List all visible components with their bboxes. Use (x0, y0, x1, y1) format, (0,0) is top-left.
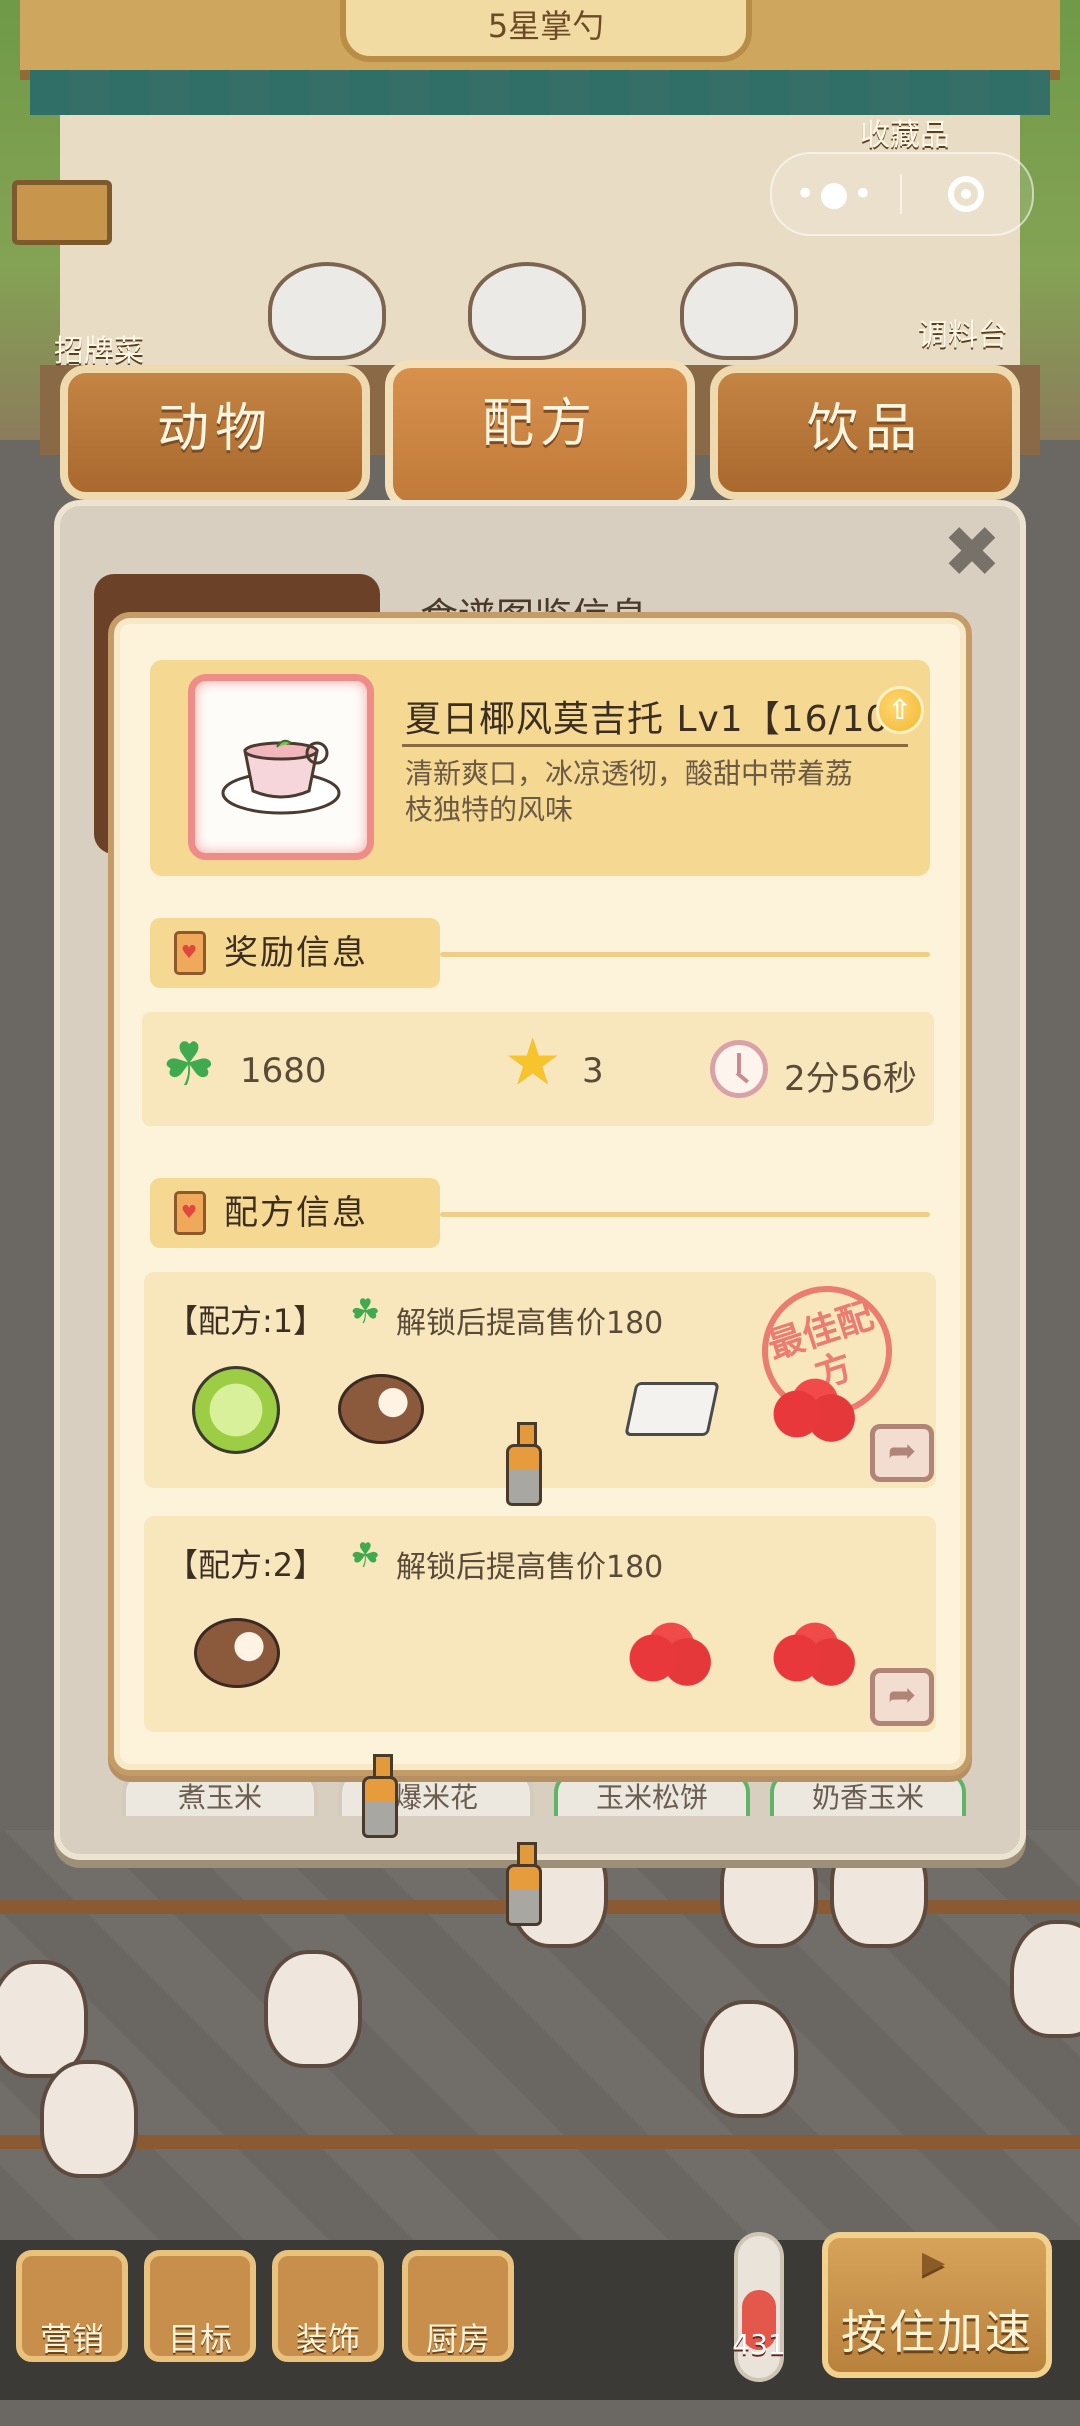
rum-bottle-icon (506, 1842, 542, 1930)
lychee-icon (770, 1370, 860, 1450)
tab-animals[interactable]: 动物 (60, 365, 370, 500)
tab-drinks[interactable]: 饮品 (710, 365, 1020, 500)
temperature-value: 431 (732, 2328, 786, 2361)
dish-description: 清新爽口，冰凉透彻，酸甜中带着荔枝独特的风味 (405, 757, 854, 826)
clover-icon: ☘ (162, 1030, 216, 1100)
recipe-unlock-note: 解锁后提高售价180 (396, 1306, 664, 1341)
dish-chip[interactable]: 煮玉米 (122, 1772, 318, 1816)
clock-icon (710, 1040, 768, 1098)
decor-button[interactable]: 装饰 (272, 2250, 384, 2362)
rating-badge: 5星掌勺 (340, 0, 752, 62)
title-underline (402, 744, 908, 747)
close-icon[interactable]: ✖ (940, 517, 1004, 587)
collection-label[interactable]: 收藏品 (860, 110, 950, 154)
recipe-section-header: 配方信息 (150, 1178, 440, 1248)
cook-time: 2分56秒 (784, 1059, 917, 1099)
tab-recipes[interactable]: 配方 (385, 360, 695, 510)
lychee-icon (770, 1614, 860, 1694)
customer-animal[interactable] (264, 1950, 362, 2068)
goals-button[interactable]: 目标 (144, 2250, 256, 2362)
clipboard-icon (174, 1191, 206, 1235)
upgrade-arrow-icon[interactable]: ⇧ (876, 686, 924, 734)
seasoning-label[interactable]: 调料台 (918, 310, 1008, 354)
dish-chip[interactable]: 奶香玉米 (770, 1772, 966, 1816)
monkey-customer[interactable] (40, 2060, 138, 2178)
star-icon: ★ (504, 1026, 562, 1100)
hanging-sign[interactable] (12, 180, 112, 245)
coconut-icon (338, 1374, 424, 1444)
dish-chip[interactable]: 玉米松饼 (554, 1772, 750, 1816)
marketing-button[interactable]: 营销 (16, 2250, 128, 2362)
rum-bottle-icon (506, 1422, 542, 1510)
clover-icon: ☘ (350, 1292, 381, 1332)
lychee-icon (626, 1614, 716, 1694)
star-reward: 3 (582, 1051, 604, 1091)
rum-bottle-icon (362, 1754, 398, 1842)
share-icon[interactable]: ➦ (870, 1424, 934, 1482)
reward-section-header: 奖励信息 (150, 918, 440, 988)
record-target-icon[interactable] (902, 176, 1030, 212)
recipe-section-title: 配方信息 (224, 1193, 368, 1233)
customer-animal[interactable] (1010, 1920, 1080, 2038)
chef-bear (468, 262, 586, 360)
dish-name: 夏日椰风莫吉托 Lv1【16/10 (405, 699, 890, 740)
recipe-name: 【配方:2】 (166, 1546, 326, 1584)
recipe-name: 【配方:1】 (166, 1302, 326, 1340)
reward-section-title: 奖励信息 (224, 933, 368, 973)
shop-awning (30, 70, 1050, 115)
share-icon[interactable]: ➦ (870, 1668, 934, 1726)
mojito-dish-image (188, 674, 374, 860)
clover-reward: 1680 (240, 1051, 327, 1091)
more-dots-icon[interactable]: •●• (772, 174, 900, 214)
customer-animal[interactable] (700, 2000, 798, 2118)
clipboard-icon (174, 931, 206, 975)
floor-rail (0, 2135, 1080, 2149)
clover-icon: ☘ (350, 1536, 381, 1576)
coconut-icon (194, 1618, 280, 1688)
chef-bear (680, 262, 798, 360)
section-divider (440, 952, 930, 957)
tofu-icon (624, 1382, 720, 1436)
kitchen-button[interactable]: 厨房 (402, 2250, 514, 2362)
recipe-unlock-note: 解锁后提高售价180 (396, 1550, 664, 1585)
signature-dish-label[interactable]: 招牌菜 (54, 326, 144, 370)
lime-icon (192, 1366, 280, 1454)
section-divider (440, 1212, 930, 1217)
mini-program-capsule: •●• (770, 152, 1034, 236)
speed-up-button[interactable]: 按住加速 (822, 2232, 1052, 2378)
chef-bear (268, 262, 386, 360)
